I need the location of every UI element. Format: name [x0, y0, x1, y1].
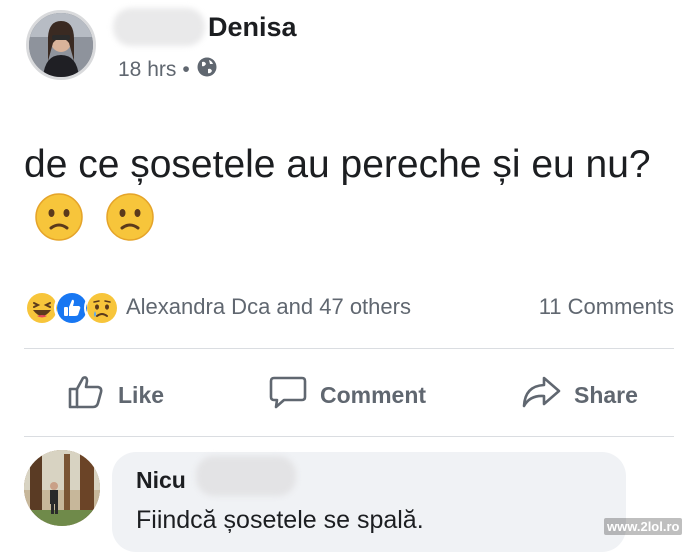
post-text: de ce șosetele au pereche și eu nu?	[24, 143, 651, 186]
divider-bottom	[24, 436, 674, 437]
comment-icon	[268, 372, 308, 418]
share-label: Share	[574, 381, 638, 408]
blurred-commenter-surname	[196, 456, 296, 496]
share-icon	[520, 372, 562, 418]
commenter-name[interactable]: Nicu	[136, 467, 186, 494]
like-label: Like	[118, 381, 165, 408]
divider-top	[24, 348, 674, 349]
author-avatar[interactable]	[26, 10, 96, 80]
comment-bubble	[112, 452, 626, 552]
post-time[interactable]: 18 hrs	[118, 58, 176, 82]
frowning-face-emoji-2	[105, 192, 155, 257]
blurred-name	[113, 8, 205, 46]
comment-label: Comment	[320, 381, 427, 408]
reaction-icons[interactable]	[24, 290, 120, 326]
post-author-name[interactable]: Denisa	[208, 12, 297, 43]
reactions-summary[interactable]: Alexandra Dca and 47 others	[126, 294, 411, 320]
watermark: www.2lol.ro	[604, 518, 683, 535]
share-button[interactable]: Share	[520, 372, 638, 418]
comment-button[interactable]: Comment	[268, 372, 426, 418]
like-button[interactable]: Like	[66, 372, 164, 418]
like-icon	[66, 372, 106, 418]
commenter-avatar[interactable]	[24, 450, 100, 526]
sad-reaction-icon	[84, 290, 120, 326]
frowning-face-emoji-1	[34, 192, 84, 257]
post-meta: 18 hrs •	[118, 56, 218, 84]
comments-count[interactable]: 11 Comments	[539, 294, 674, 320]
globe-icon	[196, 56, 218, 84]
post-text-block: de ce șosetele au pereche și eu nu?	[24, 138, 684, 257]
comment-text: Fiindcă șosetele se spală.	[136, 506, 424, 534]
meta-separator: •	[182, 58, 190, 81]
